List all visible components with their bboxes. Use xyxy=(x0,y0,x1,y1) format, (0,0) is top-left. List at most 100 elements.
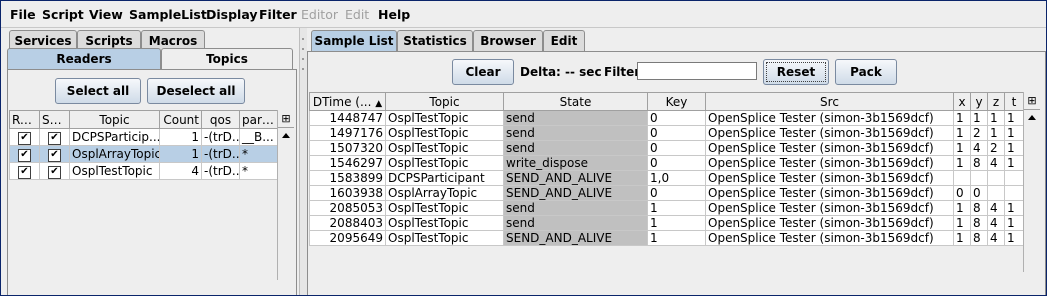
col-header-read[interactable]: Read xyxy=(9,110,40,129)
reader-qos-cell: -(trD... xyxy=(201,162,240,180)
select-all-button[interactable]: Select all xyxy=(55,78,141,104)
t-cell: 1 xyxy=(1004,200,1024,216)
menu-script[interactable]: Script xyxy=(42,7,84,22)
src-cell: OpenSplice Tester (simon-3b1569dcf) xyxy=(705,200,954,216)
menu-filter[interactable]: Filter xyxy=(259,7,297,22)
table-row[interactable]: ✔ ✔ DCPSParticip... 1 -(trD... __B... xyxy=(9,128,278,146)
col-header-dtime[interactable]: DTime (... ▲ xyxy=(309,92,386,111)
reset-button[interactable]: Reset xyxy=(763,59,829,85)
read-checkbox[interactable]: ✔ xyxy=(9,128,40,146)
table-row[interactable]: ✔ ✔ OsplTestTopic 4 -(trD... * xyxy=(9,162,278,180)
table-row[interactable]: 2088403 OsplTestTopic send 1 OpenSplice Test… xyxy=(309,215,1024,231)
dtime-cell: 1603938 xyxy=(309,185,386,201)
read-checkbox[interactable]: ✔ xyxy=(9,145,40,163)
table-row[interactable]: 2095649 OsplTestTopic SEND_AND_ALIVE 1 OpenS… xyxy=(309,230,1024,246)
checkmark-icon[interactable]: ✔ xyxy=(48,132,61,145)
tab-topics[interactable]: Topics xyxy=(161,48,293,69)
topic-cell: OsplTestTopic xyxy=(385,110,504,126)
col-header-topic[interactable]: Topic xyxy=(69,110,160,129)
menu-help[interactable]: Help xyxy=(378,7,410,22)
checkmark-icon[interactable]: ✔ xyxy=(18,166,31,179)
filter-input[interactable] xyxy=(637,62,757,80)
state-cell: send xyxy=(503,140,648,156)
col-header-topic[interactable]: Topic xyxy=(385,92,504,111)
tab-sample-list[interactable]: Sample List xyxy=(311,30,397,51)
dtime-cell: 1497176 xyxy=(309,125,386,141)
col-header-x[interactable]: x xyxy=(953,92,971,111)
topic-cell: DCPSParticipant xyxy=(385,170,504,186)
t-cell xyxy=(1004,170,1024,186)
checkmark-icon[interactable]: ✔ xyxy=(48,149,61,162)
table-row[interactable]: ✔ ✔ OsplArrayTopic 1 -(trD... * xyxy=(9,145,278,163)
menu-display[interactable]: Display xyxy=(206,7,258,22)
col-header-y[interactable]: y xyxy=(970,92,988,111)
pack-button[interactable]: Pack xyxy=(835,59,897,85)
key-cell: 1 xyxy=(647,200,706,216)
topic-cell: OsplTestTopic xyxy=(385,125,504,141)
dtime-cell: 2095649 xyxy=(309,230,386,246)
show-checkbox[interactable]: ✔ xyxy=(39,145,70,163)
delta-label: Delta: -- sec xyxy=(520,65,602,79)
state-cell: send xyxy=(503,215,648,231)
content-area: Services Scripts Macros Readers Topics S… xyxy=(1,28,1046,295)
y-cell: 2 xyxy=(970,125,988,141)
col-header-src[interactable]: Src xyxy=(705,92,954,111)
col-header-qos[interactable]: qos xyxy=(201,110,240,129)
table-row[interactable]: 1583899 DCPSParticipant SEND_AND_ALIVE 1,0 O… xyxy=(309,170,1024,186)
t-cell: 1 xyxy=(1004,230,1024,246)
col-header-state[interactable]: State xyxy=(503,92,648,111)
right-panel: Sample List Statistics Browser Edit Clea… xyxy=(307,28,1046,295)
y-cell: 4 xyxy=(970,140,988,156)
readers-header-row: Read Sh... Topic Count qos parti... xyxy=(9,110,278,129)
dtime-cell: 1507320 xyxy=(309,140,386,156)
x-cell: 1 xyxy=(953,200,971,216)
deselect-all-button[interactable]: Deselect all xyxy=(147,78,245,104)
tab-edit[interactable]: Edit xyxy=(543,30,585,51)
show-checkbox[interactable]: ✔ xyxy=(39,128,70,146)
tab-statistics[interactable]: Statistics xyxy=(397,30,473,51)
col-header-t[interactable]: t xyxy=(1004,92,1024,111)
clear-button[interactable]: Clear xyxy=(452,59,514,85)
y-cell: 8 xyxy=(970,200,988,216)
t-cell: 1 xyxy=(1004,125,1024,141)
x-cell: 0 xyxy=(953,185,971,201)
table-row[interactable]: 1507320 OsplTestTopic send 0 OpenSplice Test… xyxy=(309,140,1024,156)
sample-table-scrollbar[interactable]: ⊞ xyxy=(1023,92,1040,272)
reader-partition-cell: * xyxy=(239,162,278,180)
menu-editor: Editor xyxy=(301,7,338,22)
arrow-up-icon[interactable] xyxy=(1028,115,1036,120)
col-header-show[interactable]: Sh... xyxy=(39,110,70,129)
table-columns-icon[interactable]: ⊞ xyxy=(278,110,294,128)
src-cell: OpenSplice Tester (simon-3b1569dcf) xyxy=(705,230,954,246)
col-header-count[interactable]: Count xyxy=(159,110,202,129)
key-cell: 1 xyxy=(647,215,706,231)
col-header-partition[interactable]: parti... xyxy=(239,110,278,129)
table-row[interactable]: 1546297 OsplTestTopic write_dispose 0 OpenSp… xyxy=(309,155,1024,171)
src-cell: OpenSplice Tester (simon-3b1569dcf) xyxy=(705,110,954,126)
arrow-up-icon[interactable] xyxy=(282,133,290,138)
tab-browser[interactable]: Browser xyxy=(473,30,543,51)
t-cell: 1 xyxy=(1004,140,1024,156)
z-cell: 4 xyxy=(987,230,1005,246)
show-checkbox[interactable]: ✔ xyxy=(39,162,70,180)
menu-view[interactable]: View xyxy=(89,7,123,22)
checkmark-icon[interactable]: ✔ xyxy=(18,149,31,162)
read-checkbox[interactable]: ✔ xyxy=(9,162,40,180)
checkmark-icon[interactable]: ✔ xyxy=(18,132,31,145)
readers-table: Read Sh... Topic Count qos parti... ✔ ✔ … xyxy=(9,110,278,180)
menu-file[interactable]: File xyxy=(10,7,36,22)
col-header-z[interactable]: z xyxy=(987,92,1005,111)
left-panel: Services Scripts Macros Readers Topics S… xyxy=(1,28,299,295)
table-columns-icon[interactable]: ⊞ xyxy=(1024,92,1040,110)
checkmark-icon[interactable]: ✔ xyxy=(48,166,61,179)
table-row[interactable]: 1497176 OsplTestTopic send 0 OpenSplice Test… xyxy=(309,125,1024,141)
reader-topic-cell: DCPSParticip... xyxy=(69,128,160,146)
table-row[interactable]: 2085053 OsplTestTopic send 1 OpenSplice Test… xyxy=(309,200,1024,216)
readers-scrollbar[interactable]: ⊞ xyxy=(277,110,294,280)
col-header-key[interactable]: Key xyxy=(647,92,706,111)
table-row[interactable]: 1448747 OsplTestTopic send 0 OpenSplice Test… xyxy=(309,110,1024,126)
tab-readers[interactable]: Readers xyxy=(7,48,161,69)
table-row[interactable]: 1603938 OsplArrayTopic SEND_AND_ALIVE 0 Open… xyxy=(309,185,1024,201)
dtime-cell: 1448747 xyxy=(309,110,386,126)
menu-samplelist[interactable]: SampleList xyxy=(129,7,207,22)
